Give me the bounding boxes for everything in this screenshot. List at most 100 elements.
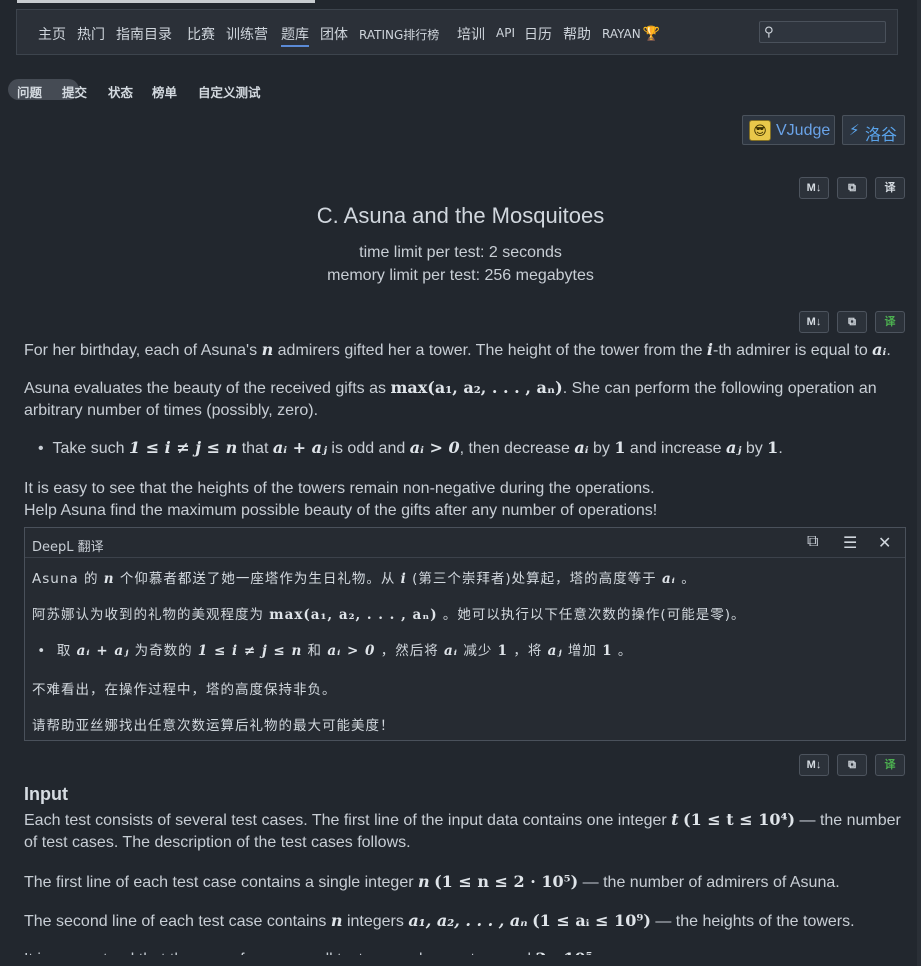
text: (第三个崇拜者)处算起，塔的高度等于 xyxy=(406,571,662,587)
luogu-button[interactable]: ⚡ 洛谷 xyxy=(842,115,905,145)
scrollbar[interactable] xyxy=(917,0,921,966)
copy-button[interactable]: ⧉ xyxy=(837,311,867,333)
math-seq: a₁, a₂, . . . , aₙ xyxy=(408,911,528,930)
viewport-cutoff xyxy=(0,955,921,966)
markdown-button[interactable]: M↓ xyxy=(799,754,829,776)
text: The second line of each test case contai… xyxy=(24,913,331,930)
legend-paragraph-1: For her birthday, each of Asuna's n admi… xyxy=(24,340,891,359)
text: 。 xyxy=(675,571,696,587)
math-pos: aᵢ > 0 xyxy=(327,643,376,659)
luogu-logo-icon: ⚡ xyxy=(849,122,860,139)
clipboard-icon[interactable]: ⧉ xyxy=(807,533,818,551)
nav-hot[interactable]: 热门 xyxy=(77,24,105,44)
math-pos: aᵢ > 0 xyxy=(409,438,460,457)
math-ineq: 1 ≤ i ≠ j ≤ n xyxy=(128,438,238,457)
time-limit: time limit per test: 2 seconds xyxy=(359,244,562,261)
nav-groups[interactable]: 团体 xyxy=(320,24,348,44)
text: ，然后将 xyxy=(375,643,445,659)
text: , then decrease xyxy=(459,440,575,457)
deepl-line-5: 请帮助亚丝娜找出任意次数运算后礼物的最大可能美度！ xyxy=(32,718,395,734)
input-paragraph-3: The second line of each test case contai… xyxy=(24,910,904,933)
math-sum: aᵢ + aⱼ xyxy=(272,438,327,457)
search-icon: ⚲ xyxy=(764,24,774,39)
math-ai: aᵢ xyxy=(661,571,676,587)
copy-button[interactable]: ⧉ xyxy=(837,177,867,199)
translate-done-button[interactable]: 译 xyxy=(875,754,905,776)
text: 阿苏娜认为收到的礼物的美观程度为 xyxy=(32,607,270,623)
math-n: n xyxy=(261,340,274,359)
nav-contests[interactable]: 比赛 xyxy=(187,24,215,44)
vjudge-logo-icon: 😎 xyxy=(749,120,771,141)
translate-button[interactable]: 译 xyxy=(875,177,905,199)
math-a-range: (1 ≤ aᵢ ≤ 10⁹) xyxy=(532,911,651,930)
text: by xyxy=(588,440,615,457)
operation-bullet: • Take such 1 ≤ i ≠ j ≤ n that aᵢ + aⱼ i… xyxy=(38,438,783,457)
close-icon[interactable]: ✕ xyxy=(878,533,891,553)
math-ai: aᵢ xyxy=(444,643,459,659)
text: — the heights of the towers. xyxy=(650,913,855,930)
math-one: 1 xyxy=(602,643,613,659)
math-t-range: (1 ≤ t ≤ 10⁴) xyxy=(683,810,796,829)
math-aj: aⱼ xyxy=(725,438,742,457)
main-navbar: 主页 热门 指南目录 比赛 训练营 题库 团体 RATING排行榜 培训 API… xyxy=(16,9,898,55)
text: -th admirer is equal to xyxy=(712,342,873,359)
top-strip xyxy=(17,0,315,3)
deepl-line-1: Asuna 的 n 个仰慕者都送了她一座塔作为生日礼物。从 i (第三个崇拜者)… xyxy=(32,567,696,587)
text: Take such xyxy=(52,440,129,457)
text: The first line of each test case contain… xyxy=(24,874,418,891)
math-one: 1 xyxy=(497,643,509,659)
luogu-label: 洛谷 xyxy=(865,125,898,144)
math-one: 1 xyxy=(614,438,626,457)
text: 增加 xyxy=(562,643,603,659)
input-paragraph-1: Each test consists of several test cases… xyxy=(24,809,904,854)
tab-problem[interactable]: 问题 xyxy=(17,82,42,101)
text: admirers gifted her a tower. The height … xyxy=(273,342,707,359)
text: — the number of admirers of Asuna. xyxy=(578,874,840,891)
text: Each test consists of several test cases… xyxy=(24,812,672,829)
menu-lines-icon[interactable]: ☰ xyxy=(843,533,857,553)
tab-standings[interactable]: 榜单 xyxy=(152,82,177,101)
math-sum: aᵢ + aⱼ xyxy=(76,643,130,659)
math-t: t xyxy=(671,810,679,829)
nav-problemset[interactable]: 题库 xyxy=(281,24,309,47)
nav-camp[interactable]: 训练营 xyxy=(226,24,268,44)
math-max: max(a₁, a₂, . . . , aₙ) xyxy=(269,607,438,623)
math-n: n xyxy=(330,911,343,930)
math-max: max(a₁, a₂, . . . , aₙ) xyxy=(390,378,563,397)
translate-done-button[interactable]: 译 xyxy=(875,311,905,333)
text: 和 xyxy=(302,643,328,659)
problem-title: C. Asuna and the Mosquitoes xyxy=(316,203,605,228)
deepl-header: DeepL 翻译 ⧉ ☰ ✕ xyxy=(25,528,905,558)
copy-button[interactable]: ⧉ xyxy=(837,754,867,776)
memory-limit: memory limit per test: 256 megabytes xyxy=(327,267,594,284)
nav-rating[interactable]: RATING排行榜 xyxy=(359,26,439,43)
markdown-button[interactable]: M↓ xyxy=(799,311,829,333)
math-n-range: (1 ≤ n ≤ 2 · 10⁵) xyxy=(434,872,579,891)
text: 。她可以执行以下任意次数的操作(可能是零)。 xyxy=(437,607,746,623)
text: 。 xyxy=(612,643,633,659)
nav-calendar[interactable]: 日历 xyxy=(524,24,552,44)
vjudge-button[interactable]: 😎 VJudge xyxy=(742,115,835,145)
tab-custom-test[interactable]: 自定义测试 xyxy=(198,82,261,101)
text: by xyxy=(741,440,768,457)
input-paragraph-2: The first line of each test case contain… xyxy=(24,871,904,894)
nav-rayan-label: RAYAN xyxy=(602,27,641,41)
markdown-button[interactable]: M↓ xyxy=(799,177,829,199)
nav-guide[interactable]: 指南目录 xyxy=(116,24,172,44)
search-input[interactable]: ⚲ xyxy=(759,21,886,43)
nav-api[interactable]: API xyxy=(496,26,515,40)
nav-training[interactable]: 培训 xyxy=(457,24,485,44)
tab-submit[interactable]: 提交 xyxy=(62,82,87,101)
text: 减少 xyxy=(458,643,498,659)
tab-status[interactable]: 状态 xyxy=(108,82,133,101)
legend-paragraph-4: Help Asuna find the maximum possible bea… xyxy=(24,502,658,519)
nav-help[interactable]: 帮助 xyxy=(563,24,591,44)
deepl-line-2: 阿苏娜认为收到的礼物的美观程度为 max(a₁, a₂, . . . , aₙ)… xyxy=(32,603,745,623)
text: integers xyxy=(342,913,409,930)
math-n: n xyxy=(418,872,430,891)
math-aj: aⱼ xyxy=(547,643,563,659)
vjudge-label: VJudge xyxy=(776,122,831,139)
nav-home[interactable]: 主页 xyxy=(38,24,66,44)
text: 取 xyxy=(56,643,77,659)
nav-rayan[interactable]: RAYAN 🏆 xyxy=(602,26,660,42)
